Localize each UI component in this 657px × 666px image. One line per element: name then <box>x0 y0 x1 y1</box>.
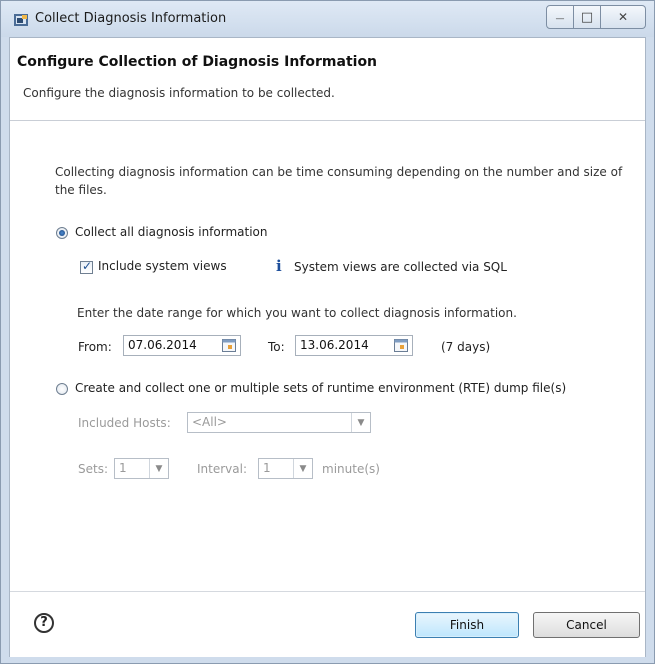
to-label: To: <box>268 340 285 354</box>
title-bar[interactable]: Collect Diagnosis Information — □ ✕ <box>1 1 654 37</box>
dialog-footer: ? Finish Cancel <box>10 591 645 657</box>
interval-label: Interval: <box>197 462 247 476</box>
include-system-views-checkbox[interactable]: ✓ <box>80 259 93 274</box>
interval-select[interactable]: 1 ▼ <box>258 458 313 479</box>
help-icon[interactable]: ? <box>34 613 54 633</box>
chevron-down-icon: ▼ <box>293 459 312 478</box>
maximize-button[interactable]: □ <box>574 5 601 29</box>
minimize-button[interactable]: — <box>546 5 574 29</box>
included-hosts-label: Included Hosts: <box>78 416 171 430</box>
calendar-icon[interactable] <box>222 339 236 352</box>
app-window-icon <box>14 14 28 26</box>
finish-button[interactable]: Finish <box>415 612 519 638</box>
info-text: Collecting diagnosis information can be … <box>55 165 623 197</box>
window-controls: — □ ✕ <box>546 5 646 29</box>
interval-unit: minute(s) <box>322 462 380 476</box>
page-title: Configure Collection of Diagnosis Inform… <box>17 54 378 70</box>
include-system-views-label[interactable]: Include system views <box>98 259 227 273</box>
close-button[interactable]: ✕ <box>601 5 646 29</box>
minimize-icon: — <box>555 14 565 24</box>
included-hosts-value: <All> <box>192 415 227 429</box>
from-label: From: <box>78 340 112 354</box>
maximize-icon: □ <box>580 9 594 25</box>
date-range-prompt: Enter the date range for which you want … <box>77 306 517 320</box>
dialog-window: Collect Diagnosis Information — □ ✕ Conf… <box>0 0 655 664</box>
days-note: (7 days) <box>441 340 491 354</box>
rte-dump-label[interactable]: Create and collect one or multiple sets … <box>75 381 566 395</box>
chevron-down-icon: ▼ <box>149 459 168 478</box>
rte-dump-radio[interactable] <box>56 383 68 395</box>
calendar-icon[interactable] <box>394 339 408 352</box>
sets-label: Sets: <box>78 462 108 476</box>
sets-value: 1 <box>119 461 127 475</box>
page-description: Configure the diagnosis information to b… <box>23 86 335 100</box>
dialog-client-area: Configure Collection of Diagnosis Inform… <box>9 37 646 657</box>
chevron-down-icon: ▼ <box>351 413 370 432</box>
window-title: Collect Diagnosis Information <box>35 11 227 26</box>
collect-all-label[interactable]: Collect all diagnosis information <box>75 225 268 239</box>
included-hosts-select[interactable]: <All> ▼ <box>187 412 371 433</box>
dialog-body: Collecting diagnosis information can be … <box>10 121 645 591</box>
to-date-value: 13.06.2014 <box>300 338 369 352</box>
from-date-value: 07.06.2014 <box>128 338 197 352</box>
interval-value: 1 <box>263 461 271 475</box>
collect-all-radio[interactable] <box>56 227 68 239</box>
cancel-button[interactable]: Cancel <box>533 612 640 638</box>
close-icon: ✕ <box>617 10 629 24</box>
dialog-header: Configure Collection of Diagnosis Inform… <box>10 38 645 121</box>
checkmark-icon: ✓ <box>82 259 93 273</box>
system-views-note: System views are collected via SQL <box>294 260 507 274</box>
info-icon: i <box>276 257 282 275</box>
sets-select[interactable]: 1 ▼ <box>114 458 169 479</box>
